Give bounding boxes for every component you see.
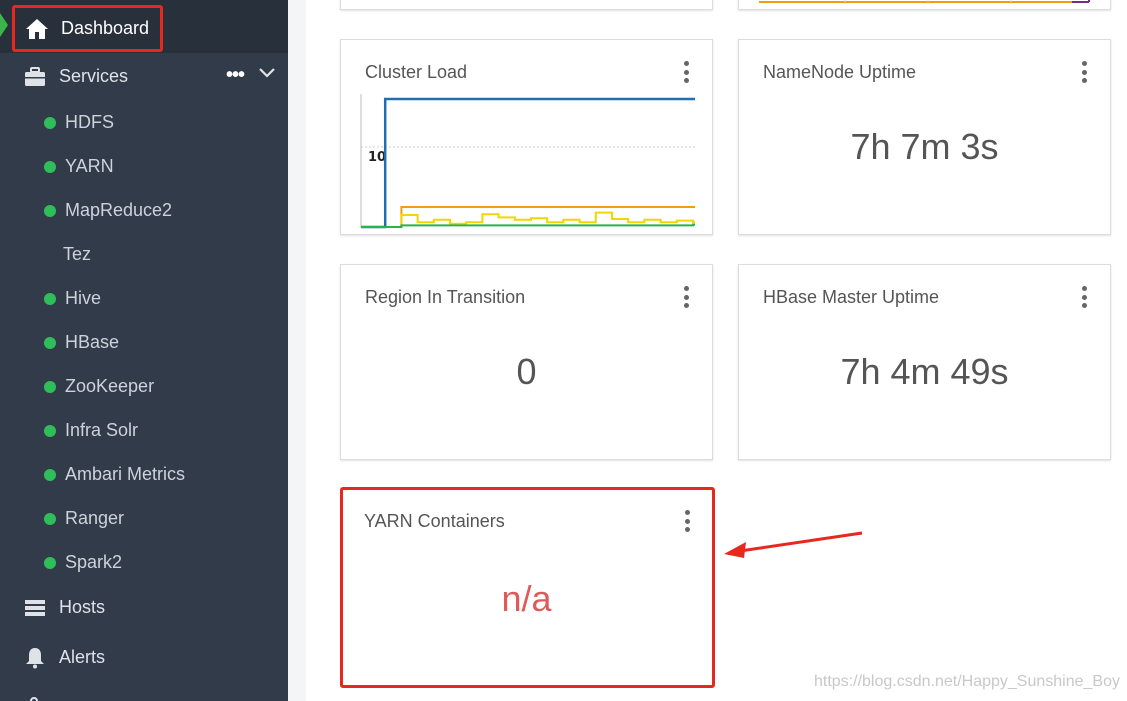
watermark: https://blog.csdn.net/Happy_Sunshine_Boy [814,673,1120,690]
home-icon [25,18,49,40]
briefcase-icon [24,66,46,88]
chart-series-line-2 [361,206,695,228]
widget-value: 7h 4m 49s [840,351,1009,392]
nav-next-item[interactable] [0,692,288,701]
widget-menu-icon[interactable] [682,286,690,308]
sidebar-item-label: HBase [65,332,120,352]
sidebar-item-hdfs[interactable]: HDFS [0,108,288,138]
sidebar-item-ambari-metrics[interactable]: Ambari Metrics [0,460,288,490]
sidebar-item-label: MapReduce2 [65,200,173,220]
widget-value: 7h 7m 3s [850,126,999,167]
nav-alerts-label: Alerts [59,647,106,667]
chart-series-line-4 [361,223,695,228]
sidebar-item-spark2[interactable]: Spark2 [0,548,288,578]
sidebar-item-mapreduce2[interactable]: MapReduce2 [0,196,288,226]
sidebar: Dashboard Services ••• HDFS YARN MapReduce… [0,0,288,701]
widget-namenode-uptime[interactable]: NameNode Uptime 7h 7m 3s [738,39,1111,235]
key-icon [24,692,46,701]
server-icon [24,597,46,619]
status-dot-icon [44,513,56,525]
services-controls: ••• [226,65,276,85]
sidebar-item-hive[interactable]: Hive [0,284,288,314]
widget-menu-icon[interactable] [683,510,691,532]
widget-title: YARN Containers [364,511,505,531]
widget-menu-icon[interactable] [682,61,690,83]
widget-title: HBase Master Uptime [763,287,940,307]
sidebar-item-label: YARN [65,156,114,176]
status-dot-icon [44,381,56,393]
annotation-arrow-icon [724,531,863,558]
widget-cluster-load[interactable]: Cluster Load 10 [340,39,713,235]
status-dot-icon [44,205,56,217]
status-dot-icon [44,557,56,569]
status-dot-icon [44,425,56,437]
status-dot-icon [44,337,56,349]
status-dot-icon [44,161,56,173]
nav-dashboard-label: Dashboard [61,18,150,38]
widget-title: Cluster Load [365,62,468,82]
sidebar-item-label: Ranger [65,508,125,528]
sidebar-item-tez[interactable]: Tez [0,240,288,270]
content-gutter [288,0,306,701]
widget-partial-left [340,0,713,10]
active-nav-marker [0,13,8,37]
chevron-down-icon[interactable] [258,66,276,84]
chart-y-tick-label: 10 [368,150,386,165]
sidebar-item-ranger[interactable]: Ranger [0,504,288,534]
nav-hosts-label: Hosts [59,597,106,617]
nav-dashboard[interactable]: Dashboard [12,5,163,52]
widget-menu-icon[interactable] [1080,61,1088,83]
widget-value: n/a [501,578,552,619]
sidebar-item-infra-solr[interactable]: Infra Solr [0,416,288,446]
nav-alerts[interactable]: Alerts [0,647,288,671]
sidebar-item-hbase[interactable]: HBase [0,328,288,358]
partial-chart [759,0,1090,3]
sidebar-item-zookeeper[interactable]: ZooKeeper [0,372,288,402]
widget-title: Region In Transition [365,287,526,307]
sidebar-item-label: Tez [63,244,92,264]
sidebar-item-label: Infra Solr [65,420,139,440]
widget-region-in-transition[interactable]: Region In Transition 0 [340,264,713,460]
widget-title: NameNode Uptime [763,62,917,82]
status-dot-icon [44,469,56,481]
status-dot-icon [44,293,56,305]
widget-partial-right [738,0,1111,10]
widget-yarn-containers[interactable]: YARN Containers n/a [340,489,713,685]
bell-icon [24,647,46,669]
nav-services-label: Services [59,66,129,86]
sidebar-item-label: HDFS [65,112,114,132]
sidebar-item-label: Hive [65,288,102,308]
widget-hbase-master-uptime[interactable]: HBase Master Uptime 7h 4m 49s [738,264,1111,460]
sidebar-item-label: ZooKeeper [65,376,155,396]
nav-hosts[interactable]: Hosts [0,597,288,619]
status-dot-icon [44,117,56,129]
widget-menu-icon[interactable] [1080,286,1088,308]
widget-value: 0 [516,351,537,392]
cluster-load-chart: 10 [360,94,695,229]
sidebar-item-yarn[interactable]: YARN [0,152,288,182]
sidebar-item-label: Ambari Metrics [65,464,186,484]
more-icon[interactable]: ••• [226,65,245,85]
sidebar-item-label: Spark2 [65,552,123,572]
